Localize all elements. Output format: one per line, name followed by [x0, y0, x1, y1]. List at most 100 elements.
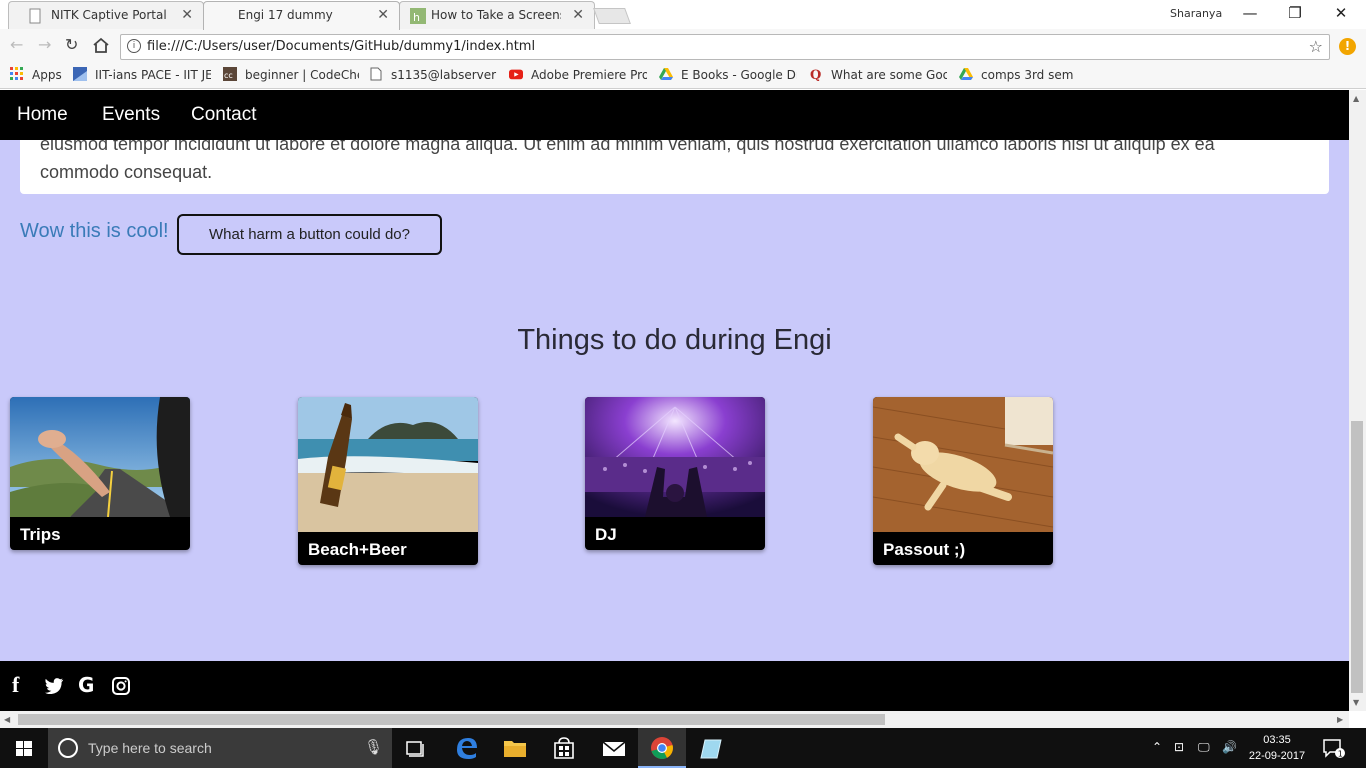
- notification-count: 1: [1338, 750, 1343, 759]
- scroll-up-icon[interactable]: ▲: [1353, 94, 1359, 103]
- google-icon[interactable]: G: [78, 673, 94, 697]
- volume-icon[interactable]: 🔊: [1222, 740, 1237, 754]
- site-footer: f G: [0, 661, 1349, 711]
- bookmark-label: Apps: [32, 68, 62, 82]
- chrome-alert-icon[interactable]: !: [1339, 38, 1356, 55]
- nav-home[interactable]: Home: [17, 104, 68, 126]
- profile-name[interactable]: Sharanya: [1170, 7, 1222, 20]
- horizontal-scroll-thumb[interactable]: [18, 714, 885, 725]
- thing-card-trips[interactable]: Trips: [10, 397, 190, 550]
- tab-title: NITK Captive Portal: [51, 8, 167, 22]
- address-url[interactable]: file:///C:/Users/user/Documents/GitHub/d…: [147, 39, 535, 54]
- vertical-scroll-thumb[interactable]: [1351, 421, 1363, 693]
- thing-caption: Beach+Beer: [308, 540, 407, 559]
- bookmark-label: comps 3rd sem: [981, 68, 1074, 82]
- bookmark-ebooks[interactable]: E Books - Google Dri: [659, 67, 797, 82]
- svg-text:Q: Q: [810, 68, 821, 81]
- home-icon[interactable]: [92, 37, 110, 54]
- site-navbar: Home Events Contact: [0, 90, 1349, 140]
- close-tab-icon[interactable]: ✕: [181, 7, 193, 23]
- notepad-icon[interactable]: [688, 728, 736, 768]
- windows-taskbar: Type here to search 🎙 ⌃ ⊡ 🖵 🔊 03:35 22-0…: [0, 728, 1366, 768]
- bookmark-labserver[interactable]: s1135@labserver: ~: [369, 67, 497, 82]
- thing-caption: Trips: [20, 525, 61, 544]
- page-favicon-icon: [29, 8, 41, 24]
- nav-events[interactable]: Events: [102, 104, 160, 126]
- cortana-icon[interactable]: [58, 738, 78, 758]
- bookmark-quora[interactable]: Q What are some Goog: [809, 67, 947, 82]
- thing-card-dj[interactable]: DJ: [585, 397, 765, 550]
- bookmark-label: What are some Goog: [831, 68, 947, 82]
- new-tab-button[interactable]: [593, 8, 631, 24]
- mail-icon[interactable]: [590, 728, 638, 768]
- search-placeholder: Type here to search: [88, 740, 212, 756]
- forward-arrow-icon[interactable]: →: [38, 35, 51, 54]
- bookmark-star-icon[interactable]: ☆: [1309, 37, 1323, 56]
- quora-icon: Q: [810, 68, 821, 81]
- bookmark-apps[interactable]: Apps: [10, 67, 70, 82]
- beach-beer-photo: [298, 397, 478, 532]
- edge-icon[interactable]: [443, 728, 491, 768]
- close-window-icon[interactable]: ✕: [1331, 4, 1351, 22]
- horizontal-scrollbar[interactable]: ◀ ▶: [0, 711, 1349, 728]
- nav-contact[interactable]: Contact: [191, 104, 256, 126]
- bookmarks-bar: Apps IIT-ians PACE - IIT JEE cc beginner …: [0, 63, 1366, 89]
- reload-icon[interactable]: ↻: [65, 35, 78, 54]
- bookmark-label: beginner | CodeChef: [245, 68, 359, 82]
- vertical-scrollbar[interactable]: ▲ ▼: [1349, 90, 1366, 711]
- wifi-icon[interactable]: 🖵: [1198, 740, 1210, 755]
- bookmark-codechef[interactable]: cc beginner | CodeChef: [223, 67, 359, 82]
- bookmark-label: E Books - Google Dri: [681, 68, 797, 82]
- bookmark-premiere[interactable]: Adobe Premiere Pro F: [509, 67, 647, 82]
- wow-link[interactable]: Wow this is cool!: [20, 220, 169, 243]
- apps-grid-icon: [10, 67, 23, 80]
- page-icon: [370, 67, 382, 81]
- action-center-icon[interactable]: 1: [1322, 739, 1346, 759]
- close-tab-icon[interactable]: ✕: [572, 7, 584, 23]
- thing-card-passout[interactable]: Passout ;): [873, 397, 1053, 565]
- network-tray-icon[interactable]: ⊡: [1174, 740, 1184, 754]
- bookmark-label: s1135@labserver: ~: [391, 68, 497, 82]
- browser-toolbar: ← → ↻ i file:///C:/Users/user/Documents/…: [0, 29, 1366, 63]
- taskbar-clock[interactable]: 03:35 22-09-2017: [1244, 732, 1310, 764]
- road-trip-photo: [10, 397, 190, 517]
- clock-date: 22-09-2017: [1248, 750, 1306, 762]
- microphone-icon[interactable]: 🎙: [364, 738, 383, 756]
- bookmark-comps[interactable]: comps 3rd sem: [959, 67, 1079, 82]
- scroll-down-icon[interactable]: ▼: [1353, 698, 1359, 707]
- youtube-icon: [509, 69, 523, 80]
- taskbar-search[interactable]: Type here to search 🎙: [48, 728, 392, 768]
- thing-caption: DJ: [595, 525, 617, 544]
- harm-button[interactable]: What harm a button could do?: [177, 214, 442, 255]
- codechef-icon: cc: [223, 67, 237, 81]
- bookmark-pace[interactable]: IIT-ians PACE - IIT JEE: [73, 67, 211, 82]
- file-explorer-icon[interactable]: [491, 728, 539, 768]
- tab-how-to-take-screenshot[interactable]: h How to Take a Screensho ✕: [399, 1, 595, 29]
- chrome-taskbar-button[interactable]: [638, 728, 686, 768]
- scroll-right-icon[interactable]: ▶: [1337, 715, 1343, 724]
- info-icon[interactable]: i: [127, 39, 141, 53]
- facebook-icon[interactable]: f: [12, 672, 19, 698]
- address-bar[interactable]: i file:///C:/Users/user/Documents/GitHub…: [120, 34, 1330, 60]
- section-title: Things to do during Engi: [517, 324, 832, 356]
- google-drive-icon: [659, 68, 673, 80]
- bookmark-label: Adobe Premiere Pro F: [531, 68, 647, 82]
- task-view-icon[interactable]: [392, 728, 440, 768]
- restore-icon[interactable]: ❐: [1285, 4, 1305, 22]
- tab-nitk-captive-portal[interactable]: NITK Captive Portal ✕: [8, 1, 204, 29]
- tab-engi-17-dummy[interactable]: Engi 17 dummy ✕: [203, 1, 400, 30]
- page-viewport: Home Events Contact eiusmod tempor incid…: [0, 90, 1349, 711]
- twitter-icon[interactable]: [45, 678, 64, 694]
- thing-card-beach-beer[interactable]: Beach+Beer: [298, 397, 478, 565]
- tray-chevron-icon[interactable]: ⌃: [1152, 740, 1162, 754]
- close-tab-icon[interactable]: ✕: [377, 7, 389, 23]
- scroll-left-icon[interactable]: ◀: [4, 715, 10, 724]
- tab-strip: NITK Captive Portal ✕ Engi 17 dummy ✕ h …: [0, 0, 1366, 30]
- instagram-icon[interactable]: [112, 677, 130, 695]
- minimize-icon[interactable]: —: [1240, 4, 1260, 22]
- windows-start-icon[interactable]: [0, 728, 48, 768]
- concert-dj-photo: [585, 397, 765, 517]
- store-icon[interactable]: [540, 728, 588, 768]
- google-drive-icon: [959, 68, 973, 80]
- back-arrow-icon[interactable]: ←: [10, 35, 23, 54]
